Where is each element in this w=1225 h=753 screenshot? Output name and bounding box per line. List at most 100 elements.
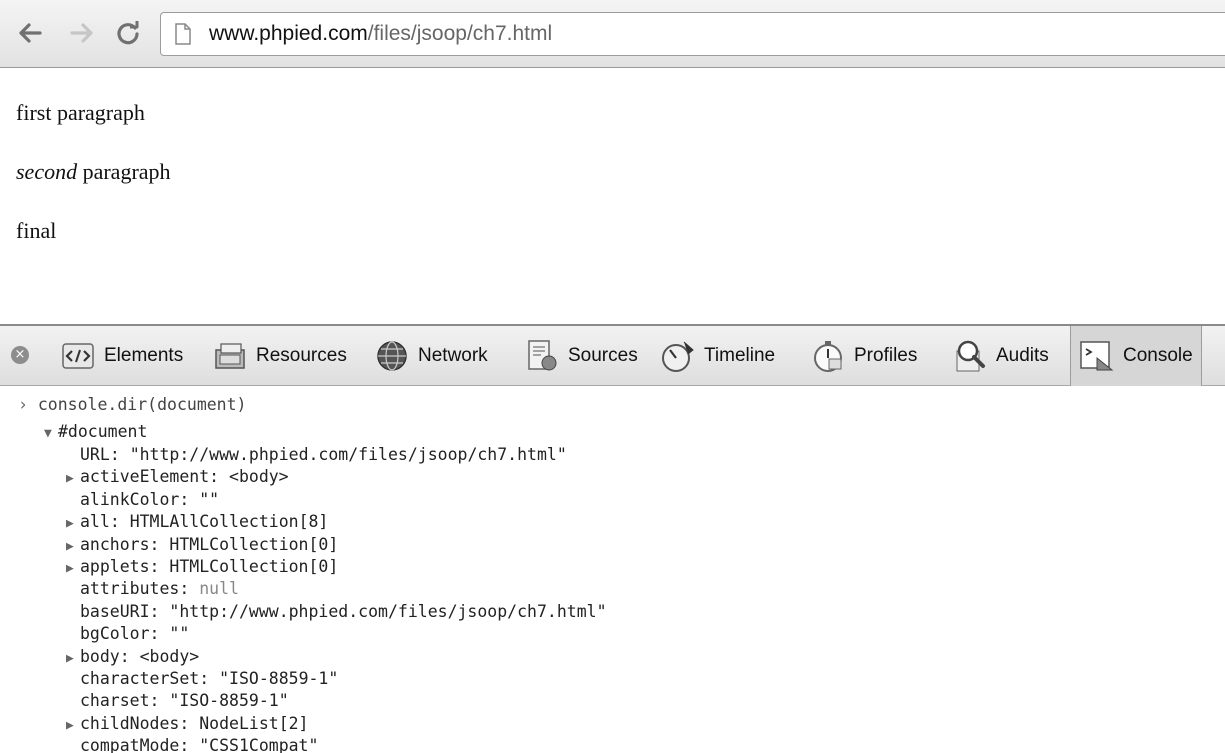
property-key: attributes (80, 579, 180, 599)
property-value: HTMLCollection[0] (169, 534, 339, 554)
row-indent (66, 737, 80, 753)
paragraph-first: first paragraph (16, 100, 145, 125)
tab-resources[interactable]: Resources (212, 336, 347, 376)
reload-icon (117, 21, 139, 45)
tab-resources-label: Resources (256, 345, 347, 366)
console-property-row[interactable]: ▶ body: <body> (66, 646, 199, 670)
console-property-row: characterSet: "ISO-8859-1" (66, 668, 338, 692)
collapsed-triangle-icon: ▶ (66, 538, 74, 554)
close-devtools-icon[interactable]: × (11, 346, 29, 364)
property-value: "CSS1Compat" (199, 736, 319, 753)
console-property-row: charset: "ISO-8859-1" (66, 690, 289, 714)
property-key: baseURI (80, 601, 150, 621)
property-value: "" (199, 489, 220, 509)
network-globe-icon (374, 339, 410, 373)
forward-arrow-icon (70, 23, 93, 43)
console-property-row: alinkColor: "" (66, 489, 219, 513)
property-key: alinkColor (80, 489, 180, 509)
devtools-tabbar: × Elements Resources Network Sources Tim… (0, 324, 1225, 386)
paragraph-second: second paragraph (16, 159, 171, 185)
property-key: charset (80, 691, 150, 711)
elements-icon (60, 339, 96, 373)
property-key: anchors (80, 534, 150, 554)
property-key: activeElement (80, 467, 210, 487)
property-value: <body> (229, 467, 289, 487)
console-property-row: bgColor: "" (66, 623, 189, 647)
tab-audits[interactable]: Audits (952, 336, 1049, 376)
property-value: "ISO-8859-1" (219, 669, 339, 688)
console-command: console.dir(document) (37, 395, 247, 414)
property-value: HTMLAllCollection[8] (129, 512, 329, 532)
property-key: characterSet (80, 669, 200, 688)
collapsed-triangle-icon: ▶ (66, 561, 74, 576)
back-button[interactable] (16, 18, 44, 48)
property-separator: : (119, 646, 140, 666)
property-separator: : (149, 534, 170, 554)
audits-magnifier-icon (952, 339, 988, 373)
property-value: <body> (139, 646, 200, 666)
row-indent (66, 446, 80, 468)
console-panel[interactable]: › console.dir(document) ▼ #document URL: … (0, 386, 1225, 753)
paragraph-second-rest: paragraph (77, 159, 171, 184)
property-separator: : (109, 445, 130, 464)
paragraph-second-emphasis: second (16, 159, 78, 184)
row-indent (66, 603, 80, 625)
console-property-row: URL: "http://www.phpied.com/files/jsoop/… (66, 444, 567, 468)
console-property-row[interactable]: ▶ anchors: HTMLCollection[0] (66, 534, 338, 558)
tab-timeline[interactable]: Timeline (660, 336, 775, 376)
property-separator: : (149, 691, 170, 711)
forward-button[interactable] (68, 18, 96, 48)
row-indent (66, 625, 80, 647)
tab-console[interactable]: Console (1070, 326, 1202, 386)
property-key: compatMode (80, 736, 180, 753)
console-root-label: #document (58, 422, 148, 441)
property-separator: : (109, 512, 130, 532)
tab-audits-label: Audits (996, 345, 1049, 366)
property-value: HTMLCollection[0] (169, 557, 339, 576)
console-property-row[interactable]: ▶ all: HTMLAllCollection[8] (66, 511, 328, 535)
console-property-row[interactable]: ▶ activeElement: <body> (66, 466, 289, 490)
tab-sources-label: Sources (568, 345, 638, 366)
property-key: all (80, 512, 110, 532)
expanded-triangle-icon: ▼ (44, 426, 52, 441)
reload-button[interactable] (114, 18, 142, 48)
url-host: www.phpied.com (209, 22, 368, 45)
property-key: body (80, 646, 120, 666)
console-property-row[interactable]: ▶ applets: HTMLCollection[0] (66, 556, 338, 580)
url-text: www.phpied.com/files/jsoop/ch7.html (209, 22, 552, 46)
row-indent (66, 692, 80, 714)
property-separator: : (179, 579, 200, 599)
property-separator: : (149, 601, 170, 621)
tab-elements-label: Elements (104, 345, 184, 366)
back-arrow-icon (19, 23, 42, 43)
property-separator: : (179, 736, 200, 753)
tab-profiles-label: Profiles (854, 345, 918, 366)
page-content: first paragraph second paragraph final (0, 68, 1225, 324)
console-property-row: baseURI: "http://www.phpied.com/files/js… (66, 601, 607, 625)
property-separator: : (149, 557, 170, 576)
row-indent (66, 670, 80, 692)
property-key: URL (80, 445, 110, 464)
tab-sources[interactable]: Sources (524, 336, 638, 376)
tab-elements[interactable]: Elements (60, 336, 183, 376)
sources-icon (524, 339, 560, 373)
property-value: null (199, 579, 239, 599)
address-bar[interactable]: www.phpied.com/files/jsoop/ch7.html (160, 12, 1225, 56)
console-root-node[interactable]: ▼ #document (44, 421, 147, 445)
property-separator: : (209, 467, 230, 487)
collapsed-triangle-icon: ▶ (66, 717, 74, 733)
console-icon (1079, 339, 1115, 373)
browser-toolbar: www.phpied.com/files/jsoop/ch7.html (0, 0, 1225, 68)
collapsed-triangle-icon: ▶ (66, 650, 74, 666)
tab-network[interactable]: Network (374, 336, 488, 376)
console-property-row: attributes: null (66, 578, 239, 602)
tab-profiles[interactable]: Profiles (810, 336, 917, 376)
console-property-row[interactable]: ▶ childNodes: NodeList[2] (66, 713, 309, 737)
page-icon (175, 23, 191, 45)
console-property-row: compatMode: "CSS1Compat" (66, 735, 318, 753)
console-input-line: › console.dir(document) (18, 394, 247, 416)
paragraph-final: final (16, 218, 57, 243)
row-indent (66, 491, 80, 513)
timeline-stopwatch-icon (660, 339, 696, 373)
property-separator: : (149, 624, 170, 644)
